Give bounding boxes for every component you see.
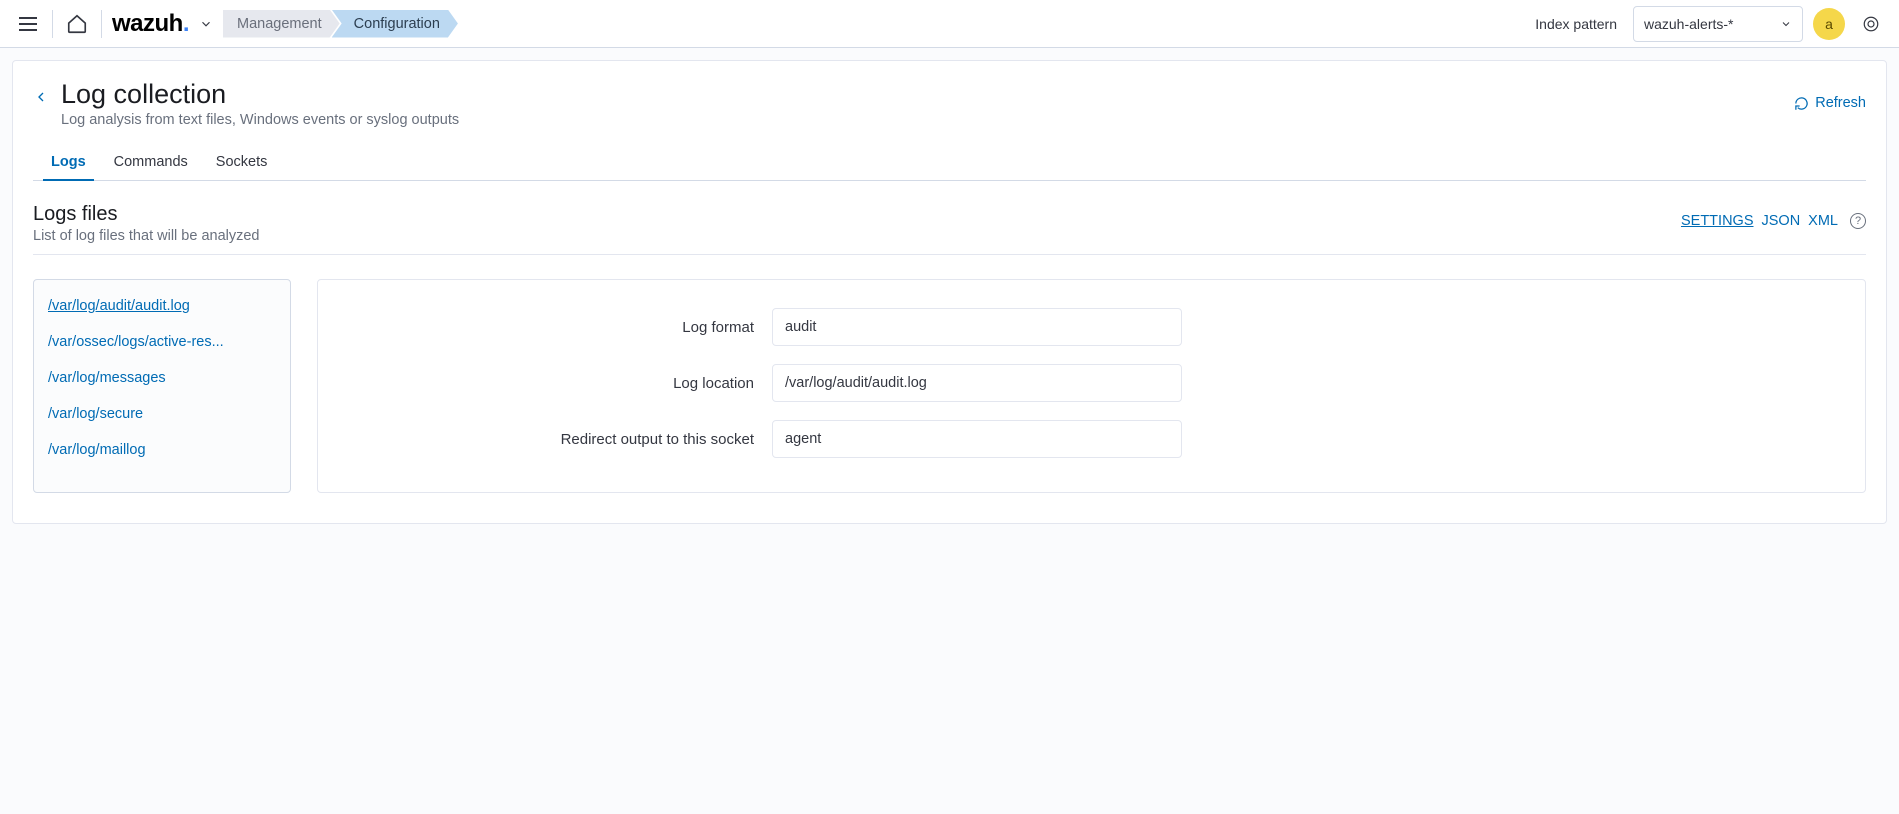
tabs: Logs Commands Sockets [33, 154, 1866, 181]
refresh-icon [1794, 96, 1809, 111]
divider [52, 10, 53, 38]
news-icon[interactable] [1855, 4, 1887, 44]
section-title-block: Logs files List of log files that will b… [33, 203, 260, 244]
refresh-button[interactable]: Refresh [1794, 79, 1866, 111]
chevron-down-icon [1780, 18, 1792, 30]
log-file-item[interactable]: /var/log/secure [48, 406, 276, 422]
back-button[interactable] [33, 79, 61, 109]
log-file-item[interactable]: /var/log/maillog [48, 442, 276, 458]
index-pattern-label: Index pattern [1535, 16, 1617, 32]
label-log-location: Log location [342, 375, 772, 392]
log-file-item[interactable]: /var/ossec/logs/active-res... [48, 334, 276, 350]
page-subtitle: Log analysis from text files, Windows ev… [61, 112, 1794, 128]
log-file-item[interactable]: /var/log/messages [48, 370, 276, 386]
value-log-location: /var/log/audit/audit.log [772, 364, 1182, 402]
log-file-list: /var/log/audit/audit.log /var/ossec/logs… [33, 279, 291, 493]
form-row-log-format: Log format audit [342, 308, 1841, 346]
index-pattern-select[interactable]: wazuh-alerts-* [1633, 6, 1803, 42]
user-avatar[interactable]: a [1813, 8, 1845, 40]
view-xml[interactable]: XML [1808, 213, 1838, 229]
title-row: Log collection Log analysis from text fi… [33, 79, 1866, 128]
value-log-format: audit [772, 308, 1182, 346]
avatar-letter: a [1825, 16, 1833, 32]
section-subtitle: List of log files that will be analyzed [33, 228, 260, 244]
hamburger-menu-icon[interactable] [8, 4, 48, 44]
top-bar-right: Index pattern wazuh-alerts-* a [1535, 4, 1891, 44]
section-header: Logs files List of log files that will b… [33, 203, 1866, 255]
help-icon[interactable]: ? [1850, 213, 1866, 229]
tab-commands[interactable]: Commands [114, 154, 188, 180]
view-json[interactable]: JSON [1762, 213, 1801, 229]
page-title: Log collection [61, 79, 1794, 110]
main-card: Log collection Log analysis from text fi… [12, 60, 1887, 524]
content-row: /var/log/audit/audit.log /var/ossec/logs… [33, 279, 1866, 493]
page-body: Log collection Log analysis from text fi… [0, 48, 1899, 536]
label-log-format: Log format [342, 319, 772, 336]
breadcrumb-management[interactable]: Management [223, 10, 340, 38]
index-pattern-value: wazuh-alerts-* [1644, 16, 1733, 32]
breadcrumb: Management Configuration [223, 10, 458, 38]
view-settings[interactable]: SETTINGS [1681, 213, 1754, 229]
title-block: Log collection Log analysis from text fi… [61, 79, 1794, 128]
brand-dot: . [183, 10, 189, 37]
divider [101, 10, 102, 38]
form-row-socket: Redirect output to this socket agent [342, 420, 1841, 458]
breadcrumb-configuration[interactable]: Configuration [332, 10, 458, 38]
top-bar-left: wazuh. Management Configuration [8, 0, 458, 47]
brand-text: wazuh [112, 10, 183, 37]
form-row-log-location: Log location /var/log/audit/audit.log [342, 364, 1841, 402]
detail-panel: Log format audit Log location /var/log/a… [317, 279, 1866, 493]
tab-sockets[interactable]: Sockets [216, 154, 268, 180]
log-file-item[interactable]: /var/log/audit/audit.log [48, 298, 276, 314]
brand-logo[interactable]: wazuh. [106, 10, 199, 38]
section-title: Logs files [33, 203, 260, 226]
brand-menu-toggle[interactable] [199, 17, 219, 31]
home-icon[interactable] [57, 4, 97, 44]
top-bar: wazuh. Management Configuration Index pa… [0, 0, 1899, 48]
label-socket: Redirect output to this socket [342, 431, 772, 448]
value-socket: agent [772, 420, 1182, 458]
tab-logs[interactable]: Logs [51, 154, 86, 180]
refresh-label: Refresh [1815, 95, 1866, 111]
view-switcher: SETTINGS JSON XML ? [1681, 203, 1866, 229]
